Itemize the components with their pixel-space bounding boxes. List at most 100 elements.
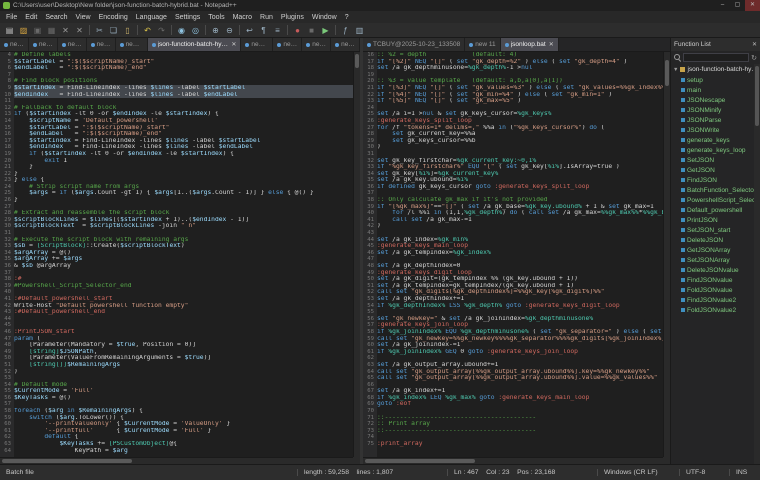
function-list-item[interactable]: setup [671, 75, 760, 85]
tab-close-icon[interactable]: ✕ [549, 41, 554, 48]
function-list-item[interactable]: PowershellScript_Selector [671, 195, 760, 205]
redo-icon[interactable]: ↷ [155, 24, 168, 37]
show-all-characters-icon[interactable]: ¶ [257, 24, 270, 37]
cut-icon[interactable]: ✂ [93, 24, 106, 37]
function-list-item[interactable]: JSONescape [671, 95, 760, 105]
close-button[interactable]: ✕ [745, 0, 760, 11]
vertical-scrollbar-right[interactable] [663, 52, 670, 457]
scroll-thumb[interactable] [2, 459, 132, 463]
vertical-scrollbar-left[interactable] [353, 52, 360, 457]
horizontal-scrollbar-right[interactable] [363, 457, 663, 464]
function-list-item[interactable]: GetJSON [671, 165, 760, 175]
new-file-icon[interactable]: ▤ [3, 24, 16, 37]
tab-new-11[interactable]: new 11 [465, 38, 500, 51]
tab-tcbuy-2025-10-23-133508[interactable]: TCBUY@2025-10-23_133508 [363, 38, 465, 51]
search-icon[interactable] [674, 54, 681, 61]
function-list-item[interactable]: generate_keys [671, 135, 760, 145]
code-line: 5$startLabel = ":$($scriptName)_start" [0, 59, 353, 66]
close-file-icon[interactable]: ✕ [59, 24, 72, 37]
paste-icon[interactable]: ▯ [121, 24, 134, 37]
menu-item-search[interactable]: Search [41, 14, 71, 21]
function-list-search-input[interactable] [683, 53, 749, 62]
menu-item-plugins[interactable]: Plugins [277, 14, 308, 21]
scroll-thumb[interactable] [665, 60, 669, 86]
scroll-thumb[interactable] [755, 66, 759, 126]
code-area-left[interactable]: 4# Define labels5$startLabel = ":$($scri… [0, 52, 353, 457]
tab-new-13[interactable]: new 13 [241, 38, 273, 51]
save-icon[interactable]: ▣ [31, 24, 44, 37]
function-list-item[interactable]: FoldJSONvalue [671, 285, 760, 295]
function-list-item[interactable]: FindJSONvalue [671, 275, 760, 285]
indent-guide-icon[interactable]: ≡ [271, 24, 284, 37]
replace-icon[interactable]: ◎ [189, 24, 202, 37]
function-list-close-icon[interactable]: ✕ [752, 41, 757, 48]
menu-item-file[interactable]: File [2, 14, 21, 21]
menu-item-run[interactable]: Run [256, 14, 277, 21]
function-list-item[interactable]: SetJSON_start [671, 225, 760, 235]
menu-item-help[interactable]: ? [341, 14, 353, 21]
tab-new-5[interactable]: new 5 [87, 38, 116, 51]
tab-close-icon[interactable]: ✕ [231, 41, 236, 48]
editor-left[interactable]: 4# Define labels5$startLabel = ":$($scri… [0, 52, 360, 464]
scroll-thumb[interactable] [365, 459, 475, 463]
function-list-item[interactable]: FindJSONvalue2 [671, 295, 760, 305]
stop-macro-icon[interactable]: ■ [305, 24, 318, 37]
tab-jsonloop-bat[interactable]: jsonloop.bat✕ [501, 38, 559, 51]
function-list-item[interactable]: DeleteJSON [671, 235, 760, 245]
menu-item-edit[interactable]: Edit [21, 14, 41, 21]
function-list-item[interactable]: Default_powershell [671, 205, 760, 215]
scroll-thumb[interactable] [355, 54, 359, 68]
function-list-item[interactable]: FindJSON [671, 175, 760, 185]
tab-json-function-batch-hybrid-bat[interactable]: json-function-batch-hybrid.bat✕ [148, 38, 242, 51]
minimize-button[interactable]: – [715, 0, 730, 11]
function-list-item[interactable]: FoldJSONvalue2 [671, 305, 760, 315]
menu-item-view[interactable]: View [72, 14, 95, 21]
menu-item-tools[interactable]: Tools [204, 14, 228, 21]
editor-right[interactable]: 16:: %2 = depth (default: 4)17if "[%2]" … [363, 52, 670, 464]
close-all-icon[interactable]: ✕ [73, 24, 86, 37]
tab-new-7[interactable]: new 7 [29, 38, 58, 51]
play-macro-icon[interactable]: ▶ [319, 24, 332, 37]
horizontal-scrollbar-left[interactable] [0, 457, 353, 464]
function-list-item[interactable]: JSONWrite [671, 125, 760, 135]
tab-new-2[interactable]: new 2 [302, 38, 331, 51]
tab-new-9[interactable]: new 9 [331, 38, 360, 51]
tab-label: new 13 [251, 41, 268, 48]
menu-item-settings[interactable]: Settings [171, 14, 204, 21]
function-list-item[interactable]: GetJSONArray [671, 245, 760, 255]
menu-item-macro[interactable]: Macro [229, 14, 256, 21]
chevron-down-icon[interactable]: ▼ [673, 67, 678, 73]
menu-item-language[interactable]: Language [132, 14, 171, 21]
open-file-icon[interactable]: ▨ [17, 24, 30, 37]
code-area-right[interactable]: 16:: %2 = depth (default: 4)17if "[%2]" … [363, 52, 663, 457]
word-wrap-icon[interactable]: ↩ [243, 24, 256, 37]
tab-new-6[interactable]: new 6 [58, 38, 87, 51]
reload-icon[interactable]: ↻ [751, 54, 757, 62]
record-macro-icon[interactable]: ● [291, 24, 304, 37]
save-all-icon[interactable]: ▦ [45, 24, 58, 37]
function-list-item[interactable]: PrintJSON [671, 215, 760, 225]
function-list-root[interactable]: ▼ json-function-batch-hybrid.bat [671, 64, 760, 75]
menu-item-window[interactable]: Window [308, 14, 341, 21]
maximize-button[interactable]: ▢ [730, 0, 745, 11]
function-list-item[interactable]: JSONMinify [671, 105, 760, 115]
function-list-icon[interactable]: ƒ [339, 24, 352, 37]
zoom-out-icon[interactable]: ⊖ [223, 24, 236, 37]
copy-icon[interactable]: ❏ [107, 24, 120, 37]
find-icon[interactable]: ◉ [175, 24, 188, 37]
document-map-icon[interactable]: ▥ [353, 24, 366, 37]
zoom-in-icon[interactable]: ⊕ [209, 24, 222, 37]
function-list-item[interactable]: main [671, 85, 760, 95]
function-list-scrollbar[interactable] [754, 64, 760, 464]
function-list-item[interactable]: DeleteJSONvalue [671, 265, 760, 275]
tab-new-12[interactable]: new 12 [116, 38, 148, 51]
undo-icon[interactable]: ↶ [141, 24, 154, 37]
function-list-item[interactable]: SetJSON [671, 155, 760, 165]
menu-item-encoding[interactable]: Encoding [95, 14, 132, 21]
function-list-item[interactable]: JSONParse [671, 115, 760, 125]
function-list-item[interactable]: BatchFunction_Selector [671, 185, 760, 195]
tab-new-8[interactable]: new 8 [0, 38, 29, 51]
tab-new-3[interactable]: new 3 [273, 38, 302, 51]
function-list-item[interactable]: generate_keys_loop [671, 145, 760, 155]
function-list-item[interactable]: SetJSONArray [671, 255, 760, 265]
